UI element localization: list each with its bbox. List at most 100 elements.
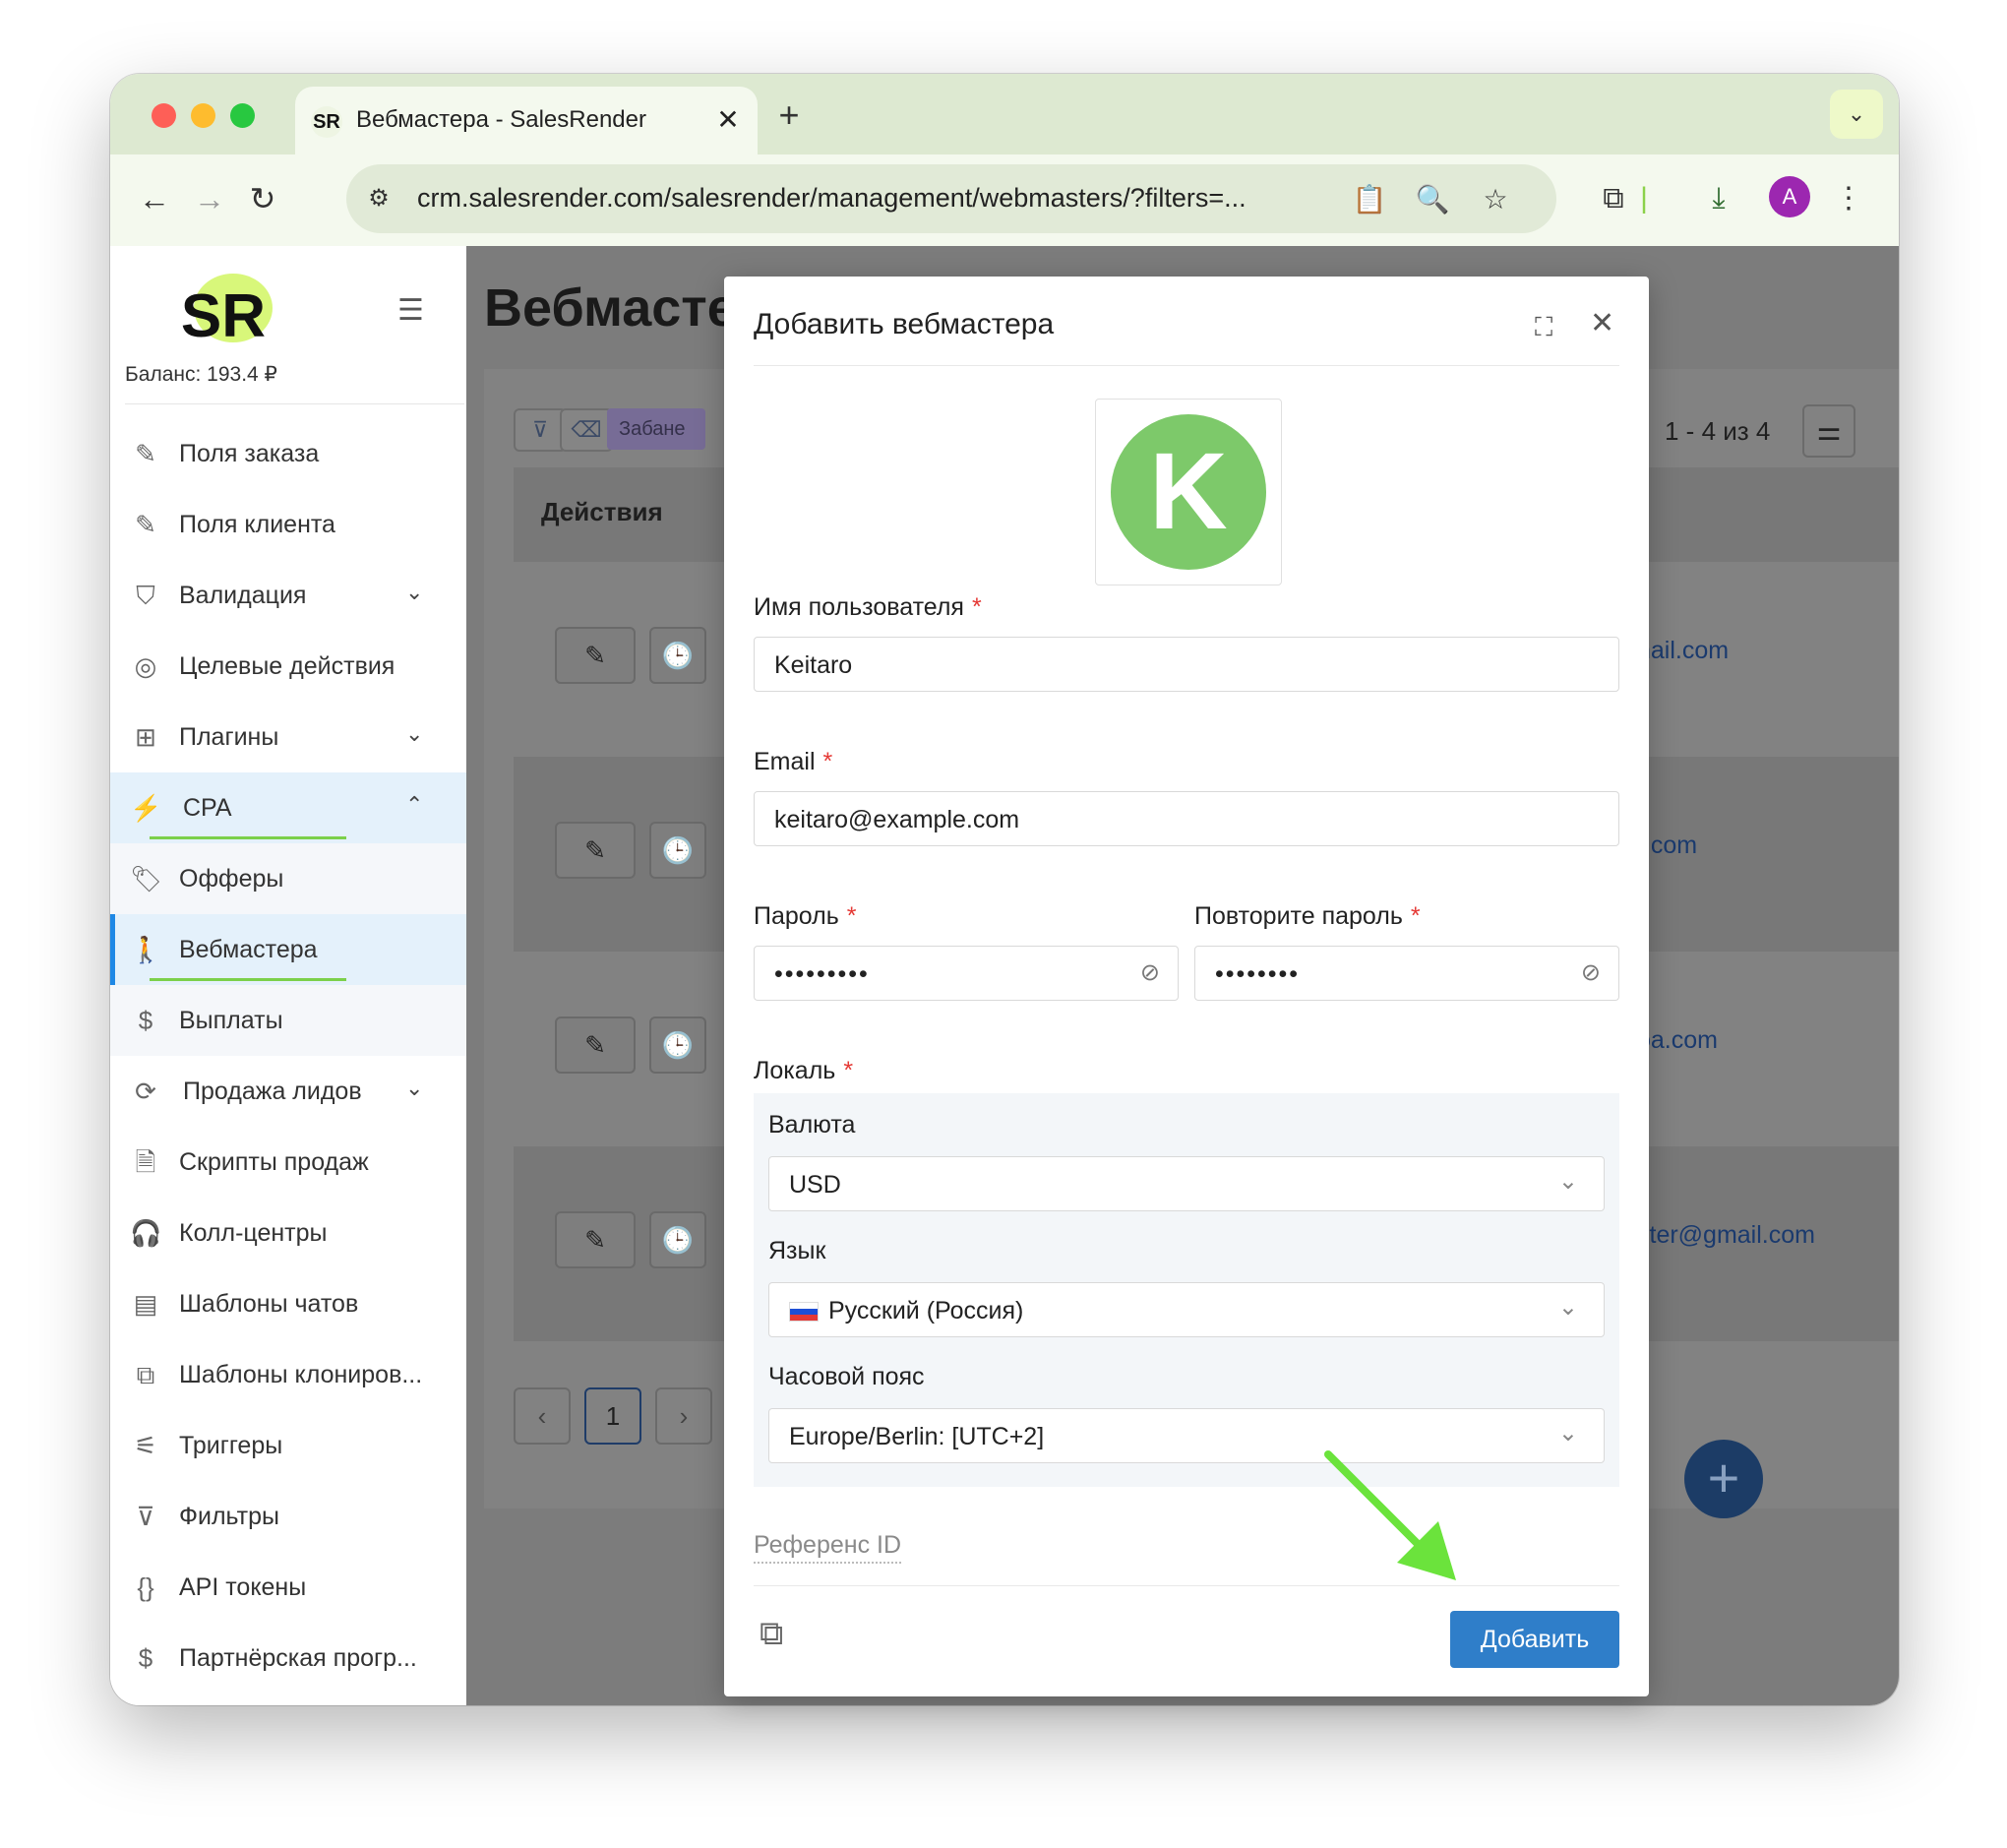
password-input[interactable]: ••••••••• ⊘ xyxy=(754,946,1179,1001)
highlight-arrow-icon xyxy=(1324,1450,1456,1580)
avatar-upload[interactable]: K xyxy=(1095,399,1282,585)
walker-icon: 🚶 xyxy=(130,935,162,964)
chevron-up-icon: ⌃ xyxy=(405,792,424,817)
clipboard-icon[interactable]: 📋 xyxy=(1350,180,1389,219)
edit-icon[interactable]: ✎ xyxy=(555,822,636,879)
new-tab-button[interactable]: + xyxy=(769,95,809,135)
sidebar-item-triggers[interactable]: ⚟ Триггеры xyxy=(110,1410,466,1481)
history-icon[interactable]: 🕒 xyxy=(649,1211,706,1268)
tab-close-icon[interactable]: ✕ xyxy=(710,102,746,138)
filter-icon[interactable]: ⊽ xyxy=(514,408,567,452)
sidebar-item-order-fields[interactable]: ✎ Поля заказа xyxy=(110,418,466,489)
eye-off-icon[interactable]: ⊘ xyxy=(1581,958,1601,987)
sidebar-item-payouts[interactable]: $ Выплаты xyxy=(110,985,466,1056)
dollar-cycle-icon: ⟳ xyxy=(135,1077,156,1106)
zoom-window-button[interactable] xyxy=(230,103,255,128)
repeat-password-input[interactable]: •••••••• ⊘ xyxy=(1194,946,1619,1001)
tab-search-chevron-icon[interactable]: ⌄ xyxy=(1830,90,1883,139)
sidebar-item-cpa[interactable]: ⚡ CPA ⌃ xyxy=(110,772,466,843)
profile-avatar[interactable]: A xyxy=(1769,176,1810,217)
edit-icon[interactable]: ✎ xyxy=(555,1211,636,1268)
edit-icon[interactable]: ✎ xyxy=(555,1016,636,1074)
username-input[interactable]: Keitaro xyxy=(754,637,1619,692)
sidebar-item-offers[interactable]: 🏷 Офферы xyxy=(110,843,466,914)
password-value: ••••••••• xyxy=(774,960,870,988)
username-label: Имя пользователя * xyxy=(754,593,982,621)
reload-icon[interactable]: ↻ xyxy=(240,176,285,221)
browser-toolbar: ← → ↻ ⚙ crm.salesrender.com/salesrender/… xyxy=(110,154,1899,247)
extensions-icon[interactable]: ⧉ xyxy=(1591,176,1636,221)
url-text[interactable]: crm.salesrender.com/salesrender/manageme… xyxy=(417,183,1247,214)
history-icon[interactable]: 🕒 xyxy=(649,822,706,879)
eye-off-icon[interactable]: ⊘ xyxy=(1140,958,1160,987)
sidebar-item-call-centers[interactable]: 🎧 Колл-центры xyxy=(110,1198,466,1268)
required-mark: * xyxy=(822,748,833,775)
copy-icon[interactable]: ⧉ xyxy=(760,1615,783,1653)
sidebar-item-label: Партнёрская прогр... xyxy=(179,1644,417,1672)
sidebar-item-label: Колл-центры xyxy=(179,1219,328,1247)
required-mark: * xyxy=(971,593,982,621)
next-page-icon[interactable]: › xyxy=(655,1387,712,1445)
fullscreen-icon[interactable]: ⛶ xyxy=(1535,312,1552,343)
prev-page-icon[interactable]: ‹ xyxy=(514,1387,571,1445)
row-email[interactable]: ster@gmail.com xyxy=(1637,1221,1815,1250)
active-underline xyxy=(150,836,346,839)
tab-title: Вебмастера - SalesRender xyxy=(356,106,646,133)
sidebar-item-sales-scripts[interactable]: 🗎 Скрипты продаж xyxy=(110,1127,466,1198)
address-bar[interactable]: ⚙ crm.salesrender.com/salesrender/manage… xyxy=(346,164,1556,233)
sidebar-item-chat-templates[interactable]: ▤ Шаблоны чатов xyxy=(110,1268,466,1339)
column-settings-icon[interactable]: ⚌ xyxy=(1802,404,1855,458)
site-settings-icon[interactable]: ⚙ xyxy=(362,182,395,216)
sidebar-item-clone-templates[interactable]: ⧉ Шаблоны клониров... xyxy=(110,1339,466,1410)
timezone-select[interactable]: Europe/Berlin: [UTC+2] ⌄ xyxy=(768,1408,1605,1463)
currency-select[interactable]: USD ⌄ xyxy=(768,1156,1605,1211)
sidebar-item-label: Фильтры xyxy=(179,1503,279,1530)
close-window-button[interactable] xyxy=(152,103,176,128)
sidebar-item-webmasters[interactable]: 🚶 Вебмастера xyxy=(110,914,466,985)
minimize-window-button[interactable] xyxy=(191,103,215,128)
chevron-down-icon: ⌄ xyxy=(1557,1420,1578,1447)
edit-icon: ✎ xyxy=(135,510,156,539)
sidebar-item-label: API токены xyxy=(179,1573,307,1601)
required-mark: * xyxy=(1410,902,1421,930)
back-icon[interactable]: ← xyxy=(132,176,177,221)
bookmark-star-icon[interactable]: ☆ xyxy=(1476,180,1515,219)
reference-id-link[interactable]: Референс ID xyxy=(754,1531,902,1564)
forward-icon[interactable]: → xyxy=(187,176,232,221)
email-field[interactable]: keitaro@example.com xyxy=(754,791,1619,846)
zoom-icon[interactable]: 🔍 xyxy=(1413,180,1452,219)
column-header-actions: Действия xyxy=(541,497,663,526)
download-icon[interactable]: ⤓ xyxy=(1696,176,1741,221)
close-icon[interactable]: ✕ xyxy=(1590,306,1614,340)
history-icon[interactable]: 🕒 xyxy=(649,1016,706,1074)
sidebar-item-api-tokens[interactable]: {} API токены xyxy=(110,1552,466,1623)
add-fab-button[interactable]: + xyxy=(1684,1440,1763,1518)
row-email[interactable]: oa.com xyxy=(1637,1026,1718,1055)
sidebar-item-plugins[interactable]: ⊞ Плагины ⌄ xyxy=(110,702,466,772)
headset-icon: 🎧 xyxy=(130,1218,162,1248)
language-select[interactable]: Русский (Россия) ⌄ xyxy=(768,1282,1605,1337)
banned-filter-chip[interactable]: Забане xyxy=(607,408,705,450)
email-label: Email * xyxy=(754,748,833,775)
sidebar-item-label: Шаблоны чатов xyxy=(179,1290,359,1318)
avatar: K xyxy=(1111,414,1266,570)
page-number[interactable]: 1 xyxy=(584,1387,641,1445)
row-email[interactable]: nail.com xyxy=(1637,637,1729,665)
browser-tab[interactable]: SR Вебмастера - SalesRender ✕ xyxy=(295,87,758,154)
clear-filter-icon[interactable]: ⌫ xyxy=(560,408,613,452)
sidebar-item-client-fields[interactable]: ✎ Поля клиента xyxy=(110,489,466,560)
sidebar-item-target-actions[interactable]: ◎ Целевые действия xyxy=(110,631,466,702)
collapse-sidebar-icon[interactable]: ☰ xyxy=(397,293,424,328)
more-menu-icon[interactable]: ⋮ xyxy=(1826,176,1871,221)
logo[interactable]: SR xyxy=(169,274,277,350)
sidebar-item-validation[interactable]: ⛉ Валидация ⌄ xyxy=(110,560,466,631)
timezone-value: Europe/Berlin: [UTC+2] xyxy=(789,1423,1045,1450)
cpa-icon: ⚡ xyxy=(130,793,162,823)
history-icon[interactable]: 🕒 xyxy=(649,627,706,684)
sidebar-item-partner-program[interactable]: $ Партнёрская прогр... xyxy=(110,1623,466,1694)
add-button[interactable]: Добавить xyxy=(1450,1611,1619,1668)
locale-group: Валюта USD ⌄ Язык Русский (Россия) ⌄ Час… xyxy=(754,1093,1619,1487)
sidebar-item-filters[interactable]: ⊽ Фильтры xyxy=(110,1481,466,1552)
sidebar-item-lead-sales[interactable]: ⟳ Продажа лидов ⌄ xyxy=(110,1056,466,1127)
edit-icon[interactable]: ✎ xyxy=(555,627,636,684)
